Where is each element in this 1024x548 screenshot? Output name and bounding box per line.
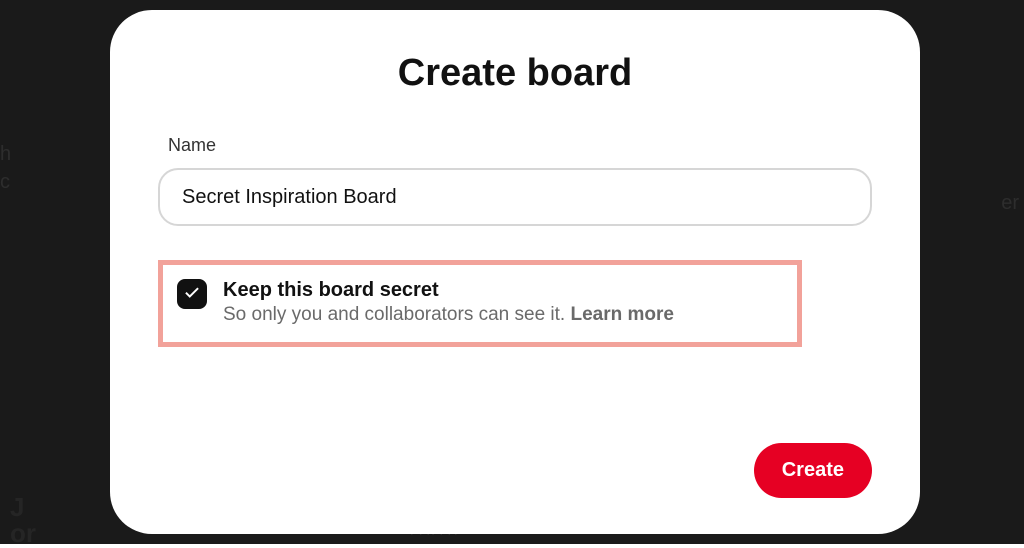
keep-secret-section: Keep this board secret So only you and c… <box>158 260 802 347</box>
keep-secret-description: So only you and collaborators can see it… <box>223 303 783 328</box>
keep-secret-checkbox[interactable] <box>177 279 207 309</box>
learn-more-link[interactable]: Learn more <box>570 304 673 325</box>
board-name-input[interactable] <box>158 168 872 226</box>
background-hint: hc <box>0 140 11 196</box>
keep-secret-desc-text: So only you and collaborators can see it… <box>223 304 570 325</box>
background-hint: Jor <box>10 494 36 546</box>
modal-title: Create board <box>158 52 872 95</box>
background-hint: er <box>1001 192 1019 215</box>
keep-secret-title: Keep this board secret <box>223 277 783 303</box>
check-icon <box>183 283 201 306</box>
name-field-label: Name <box>158 135 872 156</box>
keep-secret-text: Keep this board secret So only you and c… <box>223 277 783 328</box>
create-button[interactable]: Create <box>754 443 872 498</box>
create-board-modal: Create board Name Keep this board secret… <box>110 10 920 534</box>
